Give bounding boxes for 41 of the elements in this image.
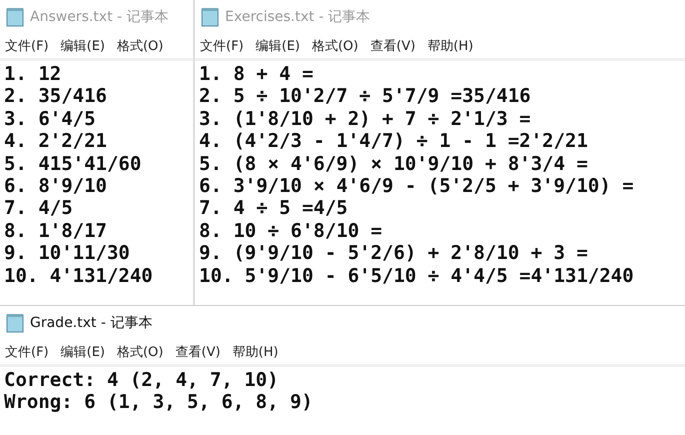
- text-line: 7. 4/5: [4, 197, 74, 220]
- text-line: 1. 8 + 4 =: [199, 63, 314, 86]
- menu-item[interactable]: 编辑(E): [256, 37, 300, 55]
- text-line: 4. (4'2/3 - 1'4/7) ÷ 1 - 1 =2'2/21: [199, 130, 589, 153]
- menu-item[interactable]: 帮助(H): [232, 343, 278, 361]
- window-title: Grade.txt - 记事本: [30, 314, 152, 332]
- text-line: 5. (8 × 4'6/9) × 10'9/10 + 8'3/4 =: [199, 152, 589, 176]
- text-line: 10. 5'9/10 - 6'5/10 ÷ 4'4/5 =4'131/240: [199, 264, 635, 288]
- menu-item[interactable]: 格式(O): [116, 343, 164, 361]
- text-line: 1. 12: [4, 63, 62, 86]
- text-line: 6. 3'9/10 × 4'6/9 - (5'2/5 + 3'9/10) =: [199, 175, 635, 198]
- menu-item[interactable]: 编辑(E): [60, 343, 105, 361]
- menu-item[interactable]: 文件(F): [200, 37, 244, 55]
- text-line: 9. (9'9/10 - 5'2/6) + 2'8/10 + 3 =: [199, 242, 589, 265]
- menu-item[interactable]: 格式(O): [116, 37, 164, 55]
- menu-item[interactable]: 文件(F): [5, 343, 49, 361]
- menu-item[interactable]: 帮助(H): [427, 37, 474, 55]
- menu-item[interactable]: 查看(V): [175, 343, 220, 361]
- window-title: Answers.txt - 记事本: [30, 8, 169, 26]
- menu-item[interactable]: 查看(V): [370, 37, 416, 55]
- text-line: Wrong: 6 (1, 3, 5, 6, 8, 9): [4, 391, 314, 414]
- text-line: 8. 10 ÷ 6'8/10 =: [199, 220, 384, 242]
- text-line: 2. 35/416: [4, 85, 108, 108]
- notepad-icon: [6, 313, 24, 333]
- text-line: Correct: 4 (2, 4, 7, 10): [4, 369, 280, 392]
- notepad-icon: [6, 7, 24, 27]
- text-line: 4. 2'2/21: [4, 130, 108, 153]
- notepad-icon: [201, 7, 219, 27]
- text-line: 9. 10'11/30: [4, 242, 131, 265]
- window-title: Exercises.txt - 记事本: [225, 8, 370, 26]
- text-line: 2. 5 ÷ 10'2/7 ÷ 5'7/9 =35/416: [199, 85, 532, 108]
- menu-item[interactable]: 文件(F): [5, 37, 49, 55]
- text-line: 7. 4 ÷ 5 =4/5: [199, 197, 349, 220]
- text-line: 3. (1'8/10 + 2) + 7 ÷ 2'1/3 =: [199, 108, 532, 130]
- menu-item[interactable]: 格式(O): [312, 37, 358, 55]
- text-line: 3. 6'4/5: [4, 108, 97, 130]
- text-line: 8. 1'8/17: [4, 220, 108, 242]
- text-line: 10. 4'131/240: [4, 264, 154, 288]
- text-line: 6. 8'9/10: [4, 175, 108, 198]
- text-line: 5. 415'41/60: [4, 152, 142, 176]
- menu-item[interactable]: 编辑(E): [60, 37, 105, 55]
